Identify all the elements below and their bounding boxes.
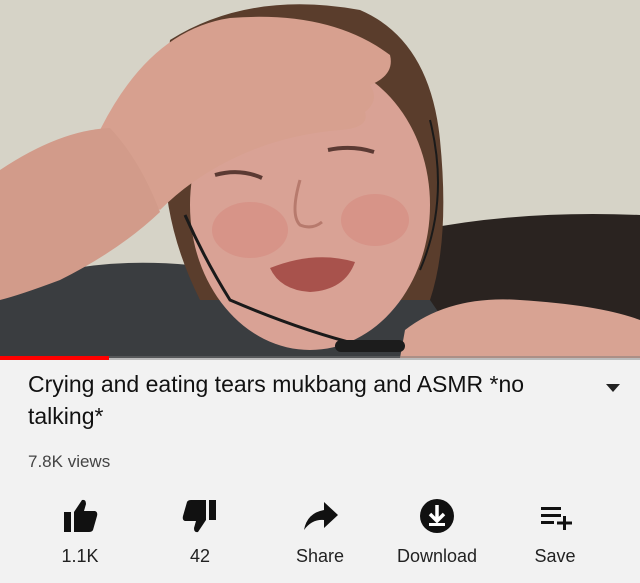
- like-button[interactable]: 1.1K: [25, 496, 135, 576]
- share-label: Share: [295, 546, 345, 566]
- share-button[interactable]: Share: [265, 496, 375, 576]
- save-button[interactable]: Save: [500, 496, 610, 576]
- action-bar: 1.1K 42 Share Download Save: [0, 496, 640, 576]
- dislike-button[interactable]: 42: [145, 496, 255, 576]
- dislike-count: 42: [189, 546, 211, 566]
- download-icon: [420, 499, 454, 533]
- save-label: Save: [534, 546, 576, 566]
- download-button[interactable]: Download: [382, 496, 492, 576]
- thumbs-up-icon: [64, 499, 98, 532]
- video-title[interactable]: Crying and eating tears mukbang and ASMR…: [28, 368, 588, 432]
- chevron-down-icon[interactable]: [604, 382, 622, 394]
- thumbs-down-icon: [182, 500, 216, 533]
- save-playlist-icon: [541, 507, 572, 530]
- video-info-panel: Crying and eating tears mukbang and ASMR…: [0, 360, 640, 583]
- video-player[interactable]: [0, 0, 640, 358]
- download-label: Download: [396, 546, 478, 566]
- like-count: 1.1K: [61, 546, 99, 566]
- video-frame-image: [0, 0, 640, 358]
- view-count: 7.8K views: [28, 452, 111, 471]
- share-icon: [304, 502, 338, 530]
- video-page: Crying and eating tears mukbang and ASMR…: [0, 0, 640, 583]
